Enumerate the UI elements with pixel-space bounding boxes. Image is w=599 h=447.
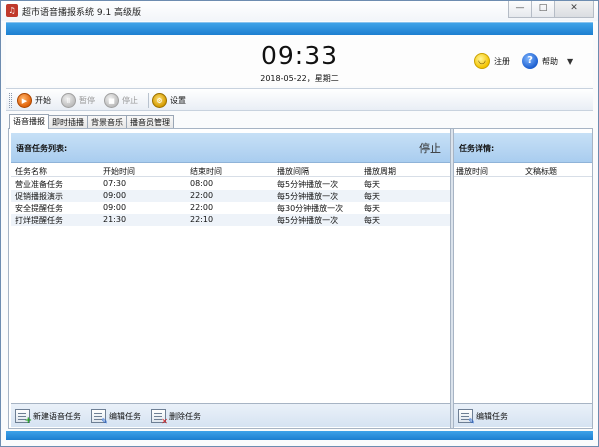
task-name: 营业准备任务: [15, 180, 63, 189]
pause-label: 暂停: [79, 96, 95, 105]
column-header[interactable]: 播放周期: [364, 166, 396, 177]
title-bar[interactable]: ♫ 超市语音播报系统 9.1 高级版 — □ ✕: [1, 1, 598, 21]
window-title: 超市语音播报系统 9.1 高级版: [22, 8, 142, 18]
app-icon: ♫: [6, 4, 18, 17]
settings-button[interactable]: ⚙ 设置: [152, 92, 186, 109]
task-list-header: 语音任务列表: 停止: [11, 133, 450, 163]
task-actions-bar: 新建语音任务 编辑任务 删除任务: [11, 403, 450, 427]
maximize-button[interactable]: □: [531, 1, 555, 18]
minimize-button[interactable]: —: [508, 1, 532, 18]
detail-actions-bar: 编辑任务: [454, 403, 592, 427]
play-cycle: 每天: [364, 180, 380, 189]
edit-task-label: 编辑任务: [109, 411, 141, 421]
column-header[interactable]: 播放间隔: [277, 166, 309, 177]
start-time: 21:30: [103, 215, 127, 224]
task-name: 安全提醒任务: [15, 204, 63, 213]
end-time: 22:10: [190, 215, 214, 224]
toolbar-grip[interactable]: [9, 93, 12, 108]
stop-label: 停止: [122, 96, 138, 105]
window-controls: — □ ✕: [508, 1, 594, 18]
play-icon: ▶: [17, 93, 32, 108]
start-time: 09:00: [103, 191, 127, 200]
settings-label: 设置: [170, 96, 186, 105]
tab-background-music[interactable]: 背景音乐: [87, 115, 127, 129]
delete-task-icon: [151, 409, 168, 426]
delete-task-label: 删除任务: [169, 411, 201, 421]
end-time: 08:00: [190, 179, 214, 188]
edit-task-button[interactable]: 编辑任务: [91, 409, 141, 426]
task-table-header: 任务名称 开始时间 结束时间 播放间隔 播放周期: [11, 163, 450, 177]
new-task-icon: [15, 409, 32, 426]
new-voice-task-label: 新建语音任务: [33, 411, 81, 421]
table-row[interactable]: 营业准备任务 07:30 08:00 每5分钟播放一次 每天: [11, 178, 450, 190]
start-button[interactable]: ▶ 开始: [17, 92, 51, 109]
column-header[interactable]: 任务名称: [15, 166, 47, 177]
table-row[interactable]: 安全提醒任务 09:00 22:00 每30分钟播放一次 每天: [11, 202, 450, 214]
status-bar: [6, 431, 593, 440]
column-header[interactable]: 结束时间: [190, 166, 222, 177]
start-time: 07:30: [103, 179, 127, 188]
clock-header: 09:33 2018-05-22，星期二 注册 ? 帮助 ▼: [6, 35, 593, 86]
tab-instant-insert[interactable]: 即时插播: [48, 115, 88, 129]
table-row[interactable]: 打烊提醒任务 21:30 22:10 每5分钟播放一次 每天: [11, 214, 450, 226]
new-voice-task-button[interactable]: 新建语音任务: [15, 409, 81, 426]
table-row[interactable]: 促销播报演示 09:00 22:00 每5分钟播放一次 每天: [11, 190, 450, 202]
close-button[interactable]: ✕: [554, 1, 594, 18]
play-cycle: 每天: [364, 216, 380, 225]
task-list-title: 语音任务列表:: [16, 144, 68, 153]
help-label: 帮助: [542, 56, 558, 66]
task-name: 打烊提醒任务: [15, 216, 63, 225]
column-header[interactable]: 播放时间: [456, 166, 488, 177]
stop-icon: ■: [104, 93, 119, 108]
task-name: 促销播报演示: [15, 192, 63, 201]
tab-content: 语音任务列表: 停止 任务名称 开始时间 结束时间 播放间隔 播放周期 营业准备…: [8, 128, 593, 429]
toolbar: ▶ 开始 Ⅱ 暂停 ■ 停止 ⚙ 设置: [6, 88, 593, 111]
playback-status: 停止: [419, 142, 441, 155]
detail-table-header: 播放时间 文稿标题: [454, 163, 592, 177]
main-tabs: 语音播报 即时插播 背景音乐 播音员管理: [9, 114, 174, 129]
delete-task-button[interactable]: 删除任务: [151, 409, 201, 426]
end-time: 22:00: [190, 191, 214, 200]
pause-icon: Ⅱ: [61, 93, 76, 108]
start-time: 09:00: [103, 203, 127, 212]
pause-button[interactable]: Ⅱ 暂停: [61, 92, 95, 109]
task-detail-title: 任务详情:: [459, 144, 495, 153]
edit-task-icon: [91, 409, 108, 426]
register-label: 注册: [494, 56, 510, 66]
app-window: ♫ 超市语音播报系统 9.1 高级版 — □ ✕ 09:33 2018-05-2…: [0, 0, 599, 447]
play-interval: 每30分钟播放一次: [277, 204, 344, 213]
detail-edit-task-label: 编辑任务: [476, 411, 508, 421]
register-button[interactable]: 注册: [474, 53, 510, 69]
play-interval: 每5分钟播放一次: [277, 192, 339, 201]
tab-voice-broadcast[interactable]: 语音播报: [9, 114, 49, 129]
tab-announcer-management[interactable]: 播音员管理: [126, 115, 174, 129]
column-header[interactable]: 文稿标题: [525, 166, 557, 177]
chevron-down-icon[interactable]: ▼: [567, 57, 573, 66]
play-cycle: 每天: [364, 192, 380, 201]
play-interval: 每5分钟播放一次: [277, 216, 339, 225]
end-time: 22:00: [190, 203, 214, 212]
settings-icon: ⚙: [152, 93, 167, 108]
detail-edit-task-button[interactable]: 编辑任务: [458, 409, 508, 426]
play-cycle: 每天: [364, 204, 380, 213]
clock-date: 2018-05-22，星期二: [260, 74, 339, 83]
header-strip: [6, 22, 593, 35]
task-detail-header: 任务详情:: [454, 133, 592, 163]
column-header[interactable]: 开始时间: [103, 166, 135, 177]
edit-task-icon: [458, 409, 475, 426]
help-icon: ?: [522, 53, 538, 69]
task-table: 营业准备任务 07:30 08:00 每5分钟播放一次 每天 促销播报演示 09…: [11, 178, 450, 226]
toolbar-separator: [148, 93, 149, 108]
stop-button[interactable]: ■ 停止: [104, 92, 138, 109]
start-label: 开始: [35, 96, 51, 105]
smiley-icon: [474, 53, 490, 69]
play-interval: 每5分钟播放一次: [277, 180, 339, 189]
help-button[interactable]: ? 帮助: [522, 53, 558, 69]
